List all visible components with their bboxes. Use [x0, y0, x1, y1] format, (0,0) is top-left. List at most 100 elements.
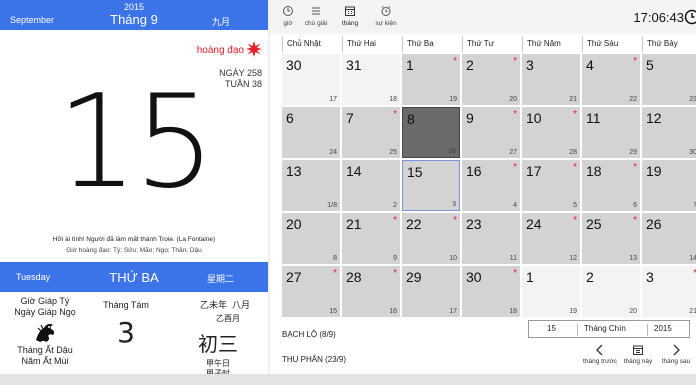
day-number: 29	[406, 269, 422, 285]
lunar-day: 28	[569, 149, 577, 156]
auspicious-star-icon: *	[393, 215, 397, 226]
this-month-label: tháng này	[623, 358, 653, 365]
day-cell[interactable]: 5 23	[642, 54, 696, 105]
lunar-day: 29	[629, 149, 637, 156]
day-cell[interactable]: 25 13 *	[582, 213, 640, 264]
month-chinese: 九月	[211, 17, 230, 27]
tool-month[interactable]: tháng	[336, 4, 364, 27]
lunar-day: 15	[329, 308, 337, 315]
lunar-day-column: Tháng Tám 3	[90, 300, 162, 349]
chinese-day: 初三	[198, 332, 238, 356]
toolbar: giờ chú giải tháng sự kiện 17:06:43	[270, 0, 696, 34]
day-cell[interactable]: 24 12 *	[522, 213, 580, 264]
day-number: 23	[466, 216, 482, 232]
day-cell[interactable]: 16 4 *	[462, 160, 520, 211]
day-cell[interactable]: 18 6 *	[582, 160, 640, 211]
chinese-column: 乙未年 八月 乙酉月 初三 甲午日 甲子时	[170, 298, 266, 379]
next-month-button[interactable]: tháng sau	[656, 344, 696, 365]
date-picker[interactable]: 15 Tháng Chín 2015	[528, 320, 690, 338]
day-cell[interactable]: 13 1/8	[282, 160, 340, 211]
lunar-day: 11	[509, 255, 517, 262]
lunar-day: 10	[449, 255, 457, 262]
day-number: 3	[646, 269, 654, 285]
year-label: 2015	[123, 2, 145, 12]
tool-events[interactable]: sự kiện	[372, 4, 400, 27]
date-picker-year[interactable]: 2015	[647, 324, 672, 336]
date-picker-month[interactable]: Tháng Chín	[577, 324, 626, 336]
day-cell[interactable]: 15 3	[402, 160, 460, 211]
chinese-day-stem: 甲午日	[206, 359, 230, 368]
auspicious-star-icon: *	[633, 215, 637, 226]
day-cell[interactable]: 17 5 *	[522, 160, 580, 211]
auspicious-star-icon: *	[333, 268, 337, 279]
weekday-header-cell: Chủ Nhật	[282, 36, 342, 52]
event-item[interactable]: BẠCH LỘ (8/9)	[282, 330, 336, 339]
day-number: 1	[526, 269, 534, 285]
day-number: 25	[586, 216, 602, 232]
this-month-button[interactable]: tháng này	[618, 344, 658, 365]
day-cell[interactable]: 14 2	[342, 160, 400, 211]
lunar-day: 24	[329, 149, 337, 156]
day-cell[interactable]: 26 14	[642, 213, 696, 264]
day-cell[interactable]: 6 24	[282, 107, 340, 158]
day-cell[interactable]: 3 21	[522, 54, 580, 105]
lunar-day: 6	[633, 202, 637, 209]
lunar-day: 14	[689, 255, 696, 262]
day-cell[interactable]: 27 15 *	[282, 266, 340, 317]
tool-hour[interactable]: giờ	[274, 4, 302, 27]
day-cell[interactable]: 321*	[642, 266, 696, 317]
chevron-right-icon	[673, 344, 680, 356]
chinese-year-month: 乙未年 八月	[170, 298, 266, 311]
auspicious-star-icon: *	[453, 215, 457, 226]
day-cell[interactable]: 1 19 *	[402, 54, 460, 105]
chinese-month: 八月	[231, 300, 250, 310]
prev-month-button[interactable]: tháng trước	[580, 344, 620, 365]
day-cell[interactable]: 19 7	[642, 160, 696, 211]
day-cell[interactable]: 12 30	[642, 107, 696, 158]
day-cell[interactable]: 11 29	[582, 107, 640, 158]
day-cell[interactable]: 1 19	[522, 266, 580, 317]
day-cell[interactable]: 30 18 *	[462, 266, 520, 317]
chevron-left-icon	[596, 344, 603, 356]
day-cell[interactable]: 23 11	[462, 213, 520, 264]
day-cell[interactable]: 31 18	[342, 54, 400, 105]
day-cell[interactable]: 9 27 *	[462, 107, 520, 158]
lunar-info: Giờ Giáp Tý Ngày Giáp Ngọ Tháng Ất Dậu N…	[0, 296, 268, 378]
day-cell[interactable]: 20 8	[282, 213, 340, 264]
lunar-day: 17	[449, 308, 457, 315]
day-number: 15	[407, 164, 423, 180]
day-cell[interactable]: 22 10 *	[402, 213, 460, 264]
day-number: 2	[466, 57, 474, 73]
chinese-month-stem: 乙酉月	[216, 314, 240, 323]
day-cell[interactable]: 28 16 *	[342, 266, 400, 317]
event-item[interactable]: THU PHÂN (23/9)	[282, 355, 346, 364]
lunar-day: 5	[573, 202, 577, 209]
day-cell[interactable]: 10 28 *	[522, 107, 580, 158]
day-cell[interactable]: 21 9 *	[342, 213, 400, 264]
day-cell[interactable]: 8 26	[402, 107, 460, 158]
lunar-day-number: 3	[117, 316, 135, 349]
weekday-header-cell: Thứ Năm	[522, 36, 582, 52]
day-number: 10	[526, 110, 542, 126]
clock-icon[interactable]	[684, 9, 696, 25]
lunar-day: 23	[689, 96, 696, 103]
day-cell[interactable]: 2 20	[582, 266, 640, 317]
alarm-icon	[381, 6, 391, 16]
day-number: 9	[466, 110, 474, 126]
lunar-day-name: Ngày Giáp Ngọ	[14, 307, 76, 317]
weekday-header-cell: Thứ Tư	[462, 36, 522, 52]
day-cell[interactable]: 4 22 *	[582, 54, 640, 105]
day-number: 3	[526, 57, 534, 73]
can-chi-column: Giờ Giáp Tý Ngày Giáp Ngọ Tháng Ất Dậu N…	[0, 296, 90, 367]
month-header: 2015 September Tháng 9 九月	[0, 0, 268, 30]
weekday-header-cell: Thứ Sáu	[582, 36, 642, 52]
day-cell[interactable]: 7 25 *	[342, 107, 400, 158]
list-icon	[312, 7, 320, 15]
day-cell[interactable]: 2 20 *	[462, 54, 520, 105]
day-cell[interactable]: 29 17	[402, 266, 460, 317]
calendar-panel: giờ chú giải tháng sự kiện 17:06:43 Chủ …	[270, 0, 696, 374]
date-picker-day[interactable]: 15	[547, 324, 556, 333]
tool-legend[interactable]: chú giải	[302, 4, 330, 27]
day-number: 5	[646, 57, 654, 73]
day-cell[interactable]: 30 17	[282, 54, 340, 105]
